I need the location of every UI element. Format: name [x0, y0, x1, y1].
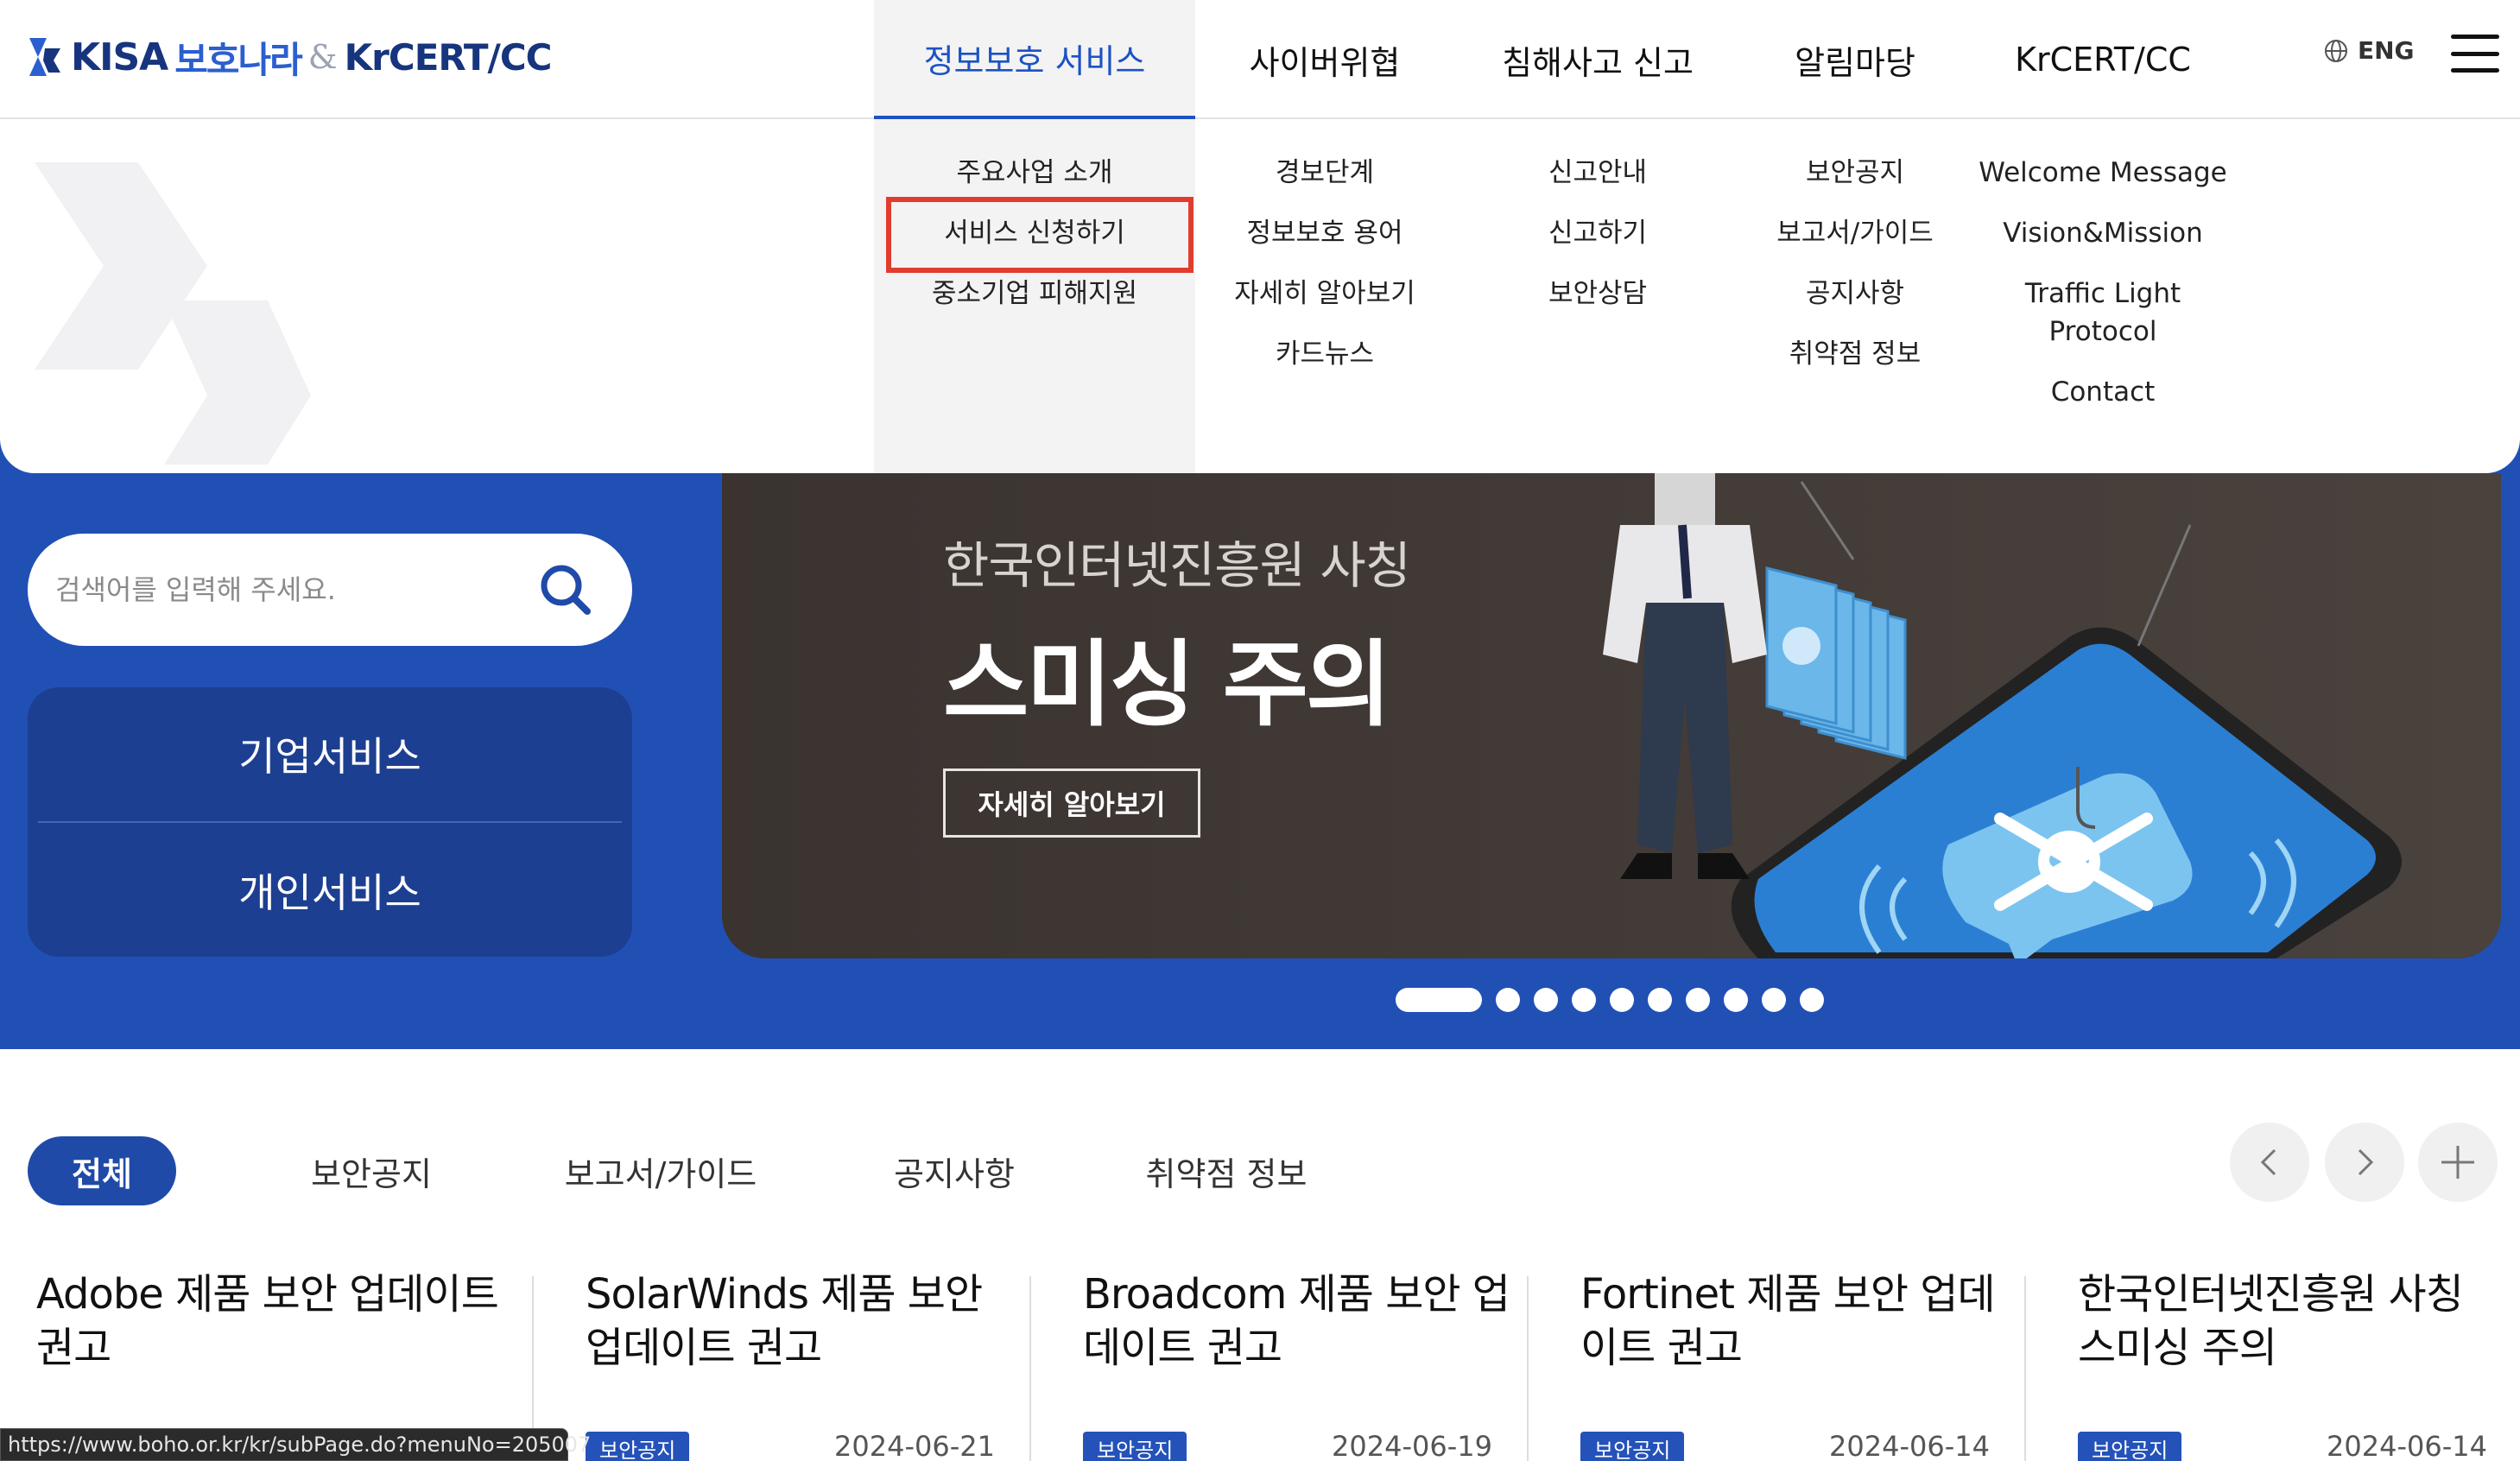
news-card-title: Broadcom 제품 보안 업데이트 권고	[1083, 1270, 1510, 1372]
prev-button[interactable]	[2230, 1123, 2309, 1202]
news-card-title: Fortinet 제품 보안 업데이트 권고	[1580, 1270, 1996, 1372]
site-logo[interactable]: KISA 보호나라 & KrCERT/CC	[26, 29, 553, 85]
logo-kisa-text: KISA	[71, 35, 168, 79]
tab-security-notice[interactable]: 보안공지	[285, 1136, 458, 1205]
decorative-chevron-icon	[35, 162, 311, 465]
pagination-dot[interactable]	[1572, 988, 1596, 1012]
menu-item-alert-level[interactable]: 경보단계	[1276, 154, 1374, 192]
nav-info-security-service[interactable]: 정보보호 서비스	[874, 0, 1195, 119]
menu-item-reports-guides[interactable]: 보고서/가이드	[1776, 214, 1934, 252]
menu-item-report-guide[interactable]: 신고안내	[1548, 154, 1647, 192]
pagination-dot[interactable]	[1396, 988, 1482, 1012]
mega-col-cyber-threat: 경보단계 정보보호 용어 자세히 알아보기 카드뉴스	[1195, 154, 1454, 395]
news-card-badge: 보안공지	[2078, 1432, 2182, 1461]
chevron-left-icon	[2260, 1148, 2276, 1176]
news-card-date: 2024-06-14	[1829, 1430, 1990, 1461]
nav-label: 사이버위협	[1249, 43, 1401, 82]
card-divider	[1527, 1276, 1529, 1461]
menu-item-report[interactable]: 신고하기	[1548, 214, 1647, 252]
kisa-logo-icon	[29, 38, 60, 76]
search-bar	[28, 534, 632, 646]
nav-incident-report[interactable]: 침해사고 신고	[1454, 0, 1741, 119]
search-icon[interactable]	[537, 561, 594, 618]
personal-service-button[interactable]: 개인서비스	[28, 824, 632, 957]
service-divider	[38, 821, 622, 823]
news-card-badge: 보안공지	[1580, 1432, 1685, 1461]
news-card-date: 2024-06-21	[834, 1430, 995, 1461]
card-divider	[1029, 1276, 1031, 1461]
logo-amp-text: &	[307, 38, 338, 76]
tab-announcements[interactable]: 공지사항	[864, 1136, 1045, 1205]
pagination-dot[interactable]	[1724, 988, 1748, 1012]
banner-subtitle: 한국인터넷진흥원 사칭	[943, 536, 1411, 595]
card-divider	[2024, 1276, 2026, 1461]
news-card-title: SolarWinds 제품 보안 업데이트 권고	[586, 1270, 983, 1372]
site-header: KISA 보호나라 & KrCERT/CC 정보보호 서비스 사이버위협 침해사…	[0, 0, 2520, 119]
menu-item-security-notice[interactable]: 보안공지	[1806, 154, 1904, 192]
main-banner[interactable]: 한국인터넷진흥원 사칭 스미싱 주의 자세히 알아보기	[722, 473, 2501, 958]
news-card-title: 한국인터넷진흥원 사칭 스미싱 주의	[2078, 1270, 2464, 1372]
mega-col-incident-report: 신고안내 신고하기 보안상담	[1454, 154, 1741, 335]
mega-menu-dropdown: 주요사업 소개 서비스 신청하기 중소기업 피해지원 경보단계 정보보호 용어 …	[0, 119, 2520, 473]
pagination-dot[interactable]	[1800, 988, 1824, 1012]
news-card-title: Adobe 제품 보안 업데이트 권고	[36, 1270, 499, 1372]
nav-notice-board[interactable]: 알림마당	[1741, 0, 1969, 119]
news-card-date: 2024-06-14	[2327, 1430, 2487, 1461]
mega-col-notice: 보안공지 보고서/가이드 공지사항 취약점 정보	[1741, 154, 1969, 395]
menu-item-announcements[interactable]: 공지사항	[1806, 275, 1904, 313]
menu-item-security-consult[interactable]: 보안상담	[1548, 275, 1647, 313]
service-panel: 기업서비스 개인서비스	[28, 687, 632, 957]
pagination-dot[interactable]	[1496, 988, 1520, 1012]
pagination-dot[interactable]	[1610, 988, 1634, 1012]
highlight-annotation-box	[886, 197, 1194, 273]
banner-title: 스미싱 주의	[943, 631, 1391, 739]
mega-col-krcert: Welcome Message Vision&Mission Traffic L…	[1969, 154, 2237, 433]
menu-item-learn-more[interactable]: 자세히 알아보기	[1234, 275, 1415, 313]
hamburger-menu-icon[interactable]	[2451, 35, 2499, 73]
nav-label: 알림마당	[1795, 43, 1915, 82]
corporate-service-button[interactable]: 기업서비스	[28, 687, 632, 820]
menu-item-main-business[interactable]: 주요사업 소개	[957, 154, 1113, 192]
browser-status-url: https://www.boho.or.kr/kr/subPage.do?men…	[0, 1428, 591, 1461]
mega-col-info-security: 주요사업 소개 서비스 신청하기 중소기업 피해지원	[874, 119, 1195, 473]
logo-boho-text: 보호나라	[174, 38, 303, 81]
pagination-dot[interactable]	[1686, 988, 1710, 1012]
search-input[interactable]	[55, 573, 522, 606]
menu-item-sme-support[interactable]: 중소기업 피해지원	[932, 275, 1137, 313]
language-switch[interactable]: ENG	[2323, 36, 2415, 65]
pagination-dot[interactable]	[1648, 988, 1672, 1012]
nav-label: 정보보호 서비스	[923, 41, 1146, 80]
pagination-dot[interactable]	[1762, 988, 1786, 1012]
banner-learn-more-button[interactable]: 자세히 알아보기	[943, 768, 1200, 838]
menu-item-vision[interactable]: Vision&Mission	[2003, 214, 2203, 252]
nav-cyber-threat[interactable]: 사이버위협	[1195, 0, 1454, 119]
news-card-date: 2024-06-19	[1332, 1430, 1492, 1461]
menu-item-glossary[interactable]: 정보보호 용어	[1247, 214, 1403, 252]
menu-item-contact[interactable]: Contact	[2051, 373, 2156, 411]
globe-icon	[2325, 39, 2347, 62]
news-card-badge: 보안공지	[1083, 1432, 1187, 1461]
tab-reports-guides[interactable]: 보고서/가이드	[544, 1136, 777, 1205]
menu-item-card-news[interactable]: 카드뉴스	[1276, 335, 1374, 373]
next-button[interactable]	[2325, 1123, 2404, 1202]
menu-item-vulnerability-info[interactable]: 취약점 정보	[1789, 335, 1921, 373]
menu-item-tlp[interactable]: Traffic Light Protocol	[2017, 275, 2189, 351]
news-card-badge: 보안공지	[586, 1432, 690, 1461]
menu-item-welcome[interactable]: Welcome Message	[1979, 154, 2227, 192]
tab-vulnerability-info[interactable]: 취약점 정보	[1123, 1136, 1330, 1205]
logo-krcert-text: KrCERT/CC	[344, 35, 553, 79]
nav-krcert[interactable]: KrCERT/CC	[1969, 0, 2237, 119]
chevron-right-icon	[2358, 1148, 2374, 1176]
more-button[interactable]	[2418, 1123, 2498, 1202]
pagination-dot[interactable]	[1534, 988, 1558, 1012]
tab-all[interactable]: 전체	[28, 1136, 176, 1205]
nav-label: 침해사고 신고	[1502, 43, 1694, 82]
nav-label: KrCERT/CC	[2015, 41, 2191, 79]
banner-pagination	[1396, 988, 1824, 1012]
language-label: ENG	[2358, 36, 2415, 65]
plus-icon	[2441, 1146, 2474, 1179]
